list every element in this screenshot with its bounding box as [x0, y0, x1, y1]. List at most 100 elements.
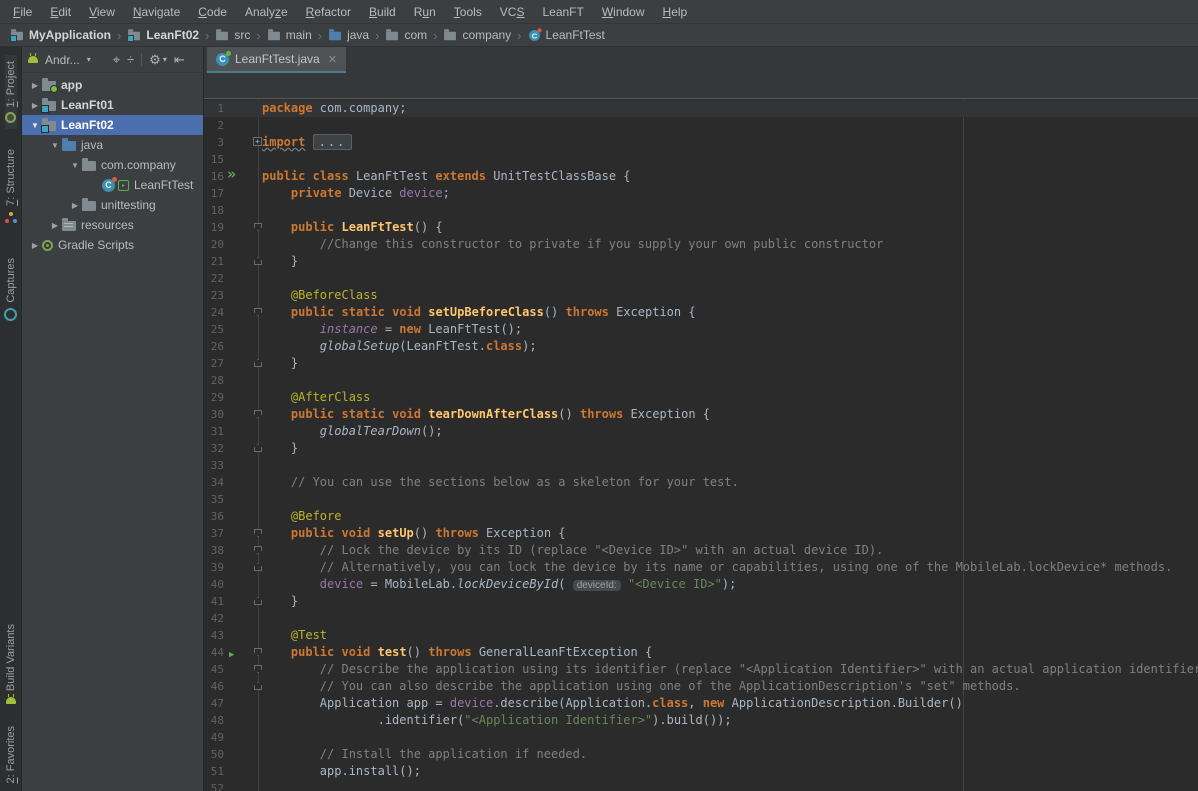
gutter — [224, 695, 262, 712]
menu-item-help[interactable]: Help — [654, 2, 697, 22]
breadcrumb-item-leanfttest[interactable]: CLeanFtTest — [526, 28, 607, 42]
code-line-46: 46 // You can also describe the applicat… — [204, 678, 1198, 695]
project-panel: Andr...▾⌖÷⚙▾⇤ ▶app▶LeanFt01▼LeanFt02▼jav… — [22, 47, 204, 791]
fold-end-icon[interactable] — [254, 257, 262, 265]
fold-start-icon[interactable] — [254, 410, 262, 418]
tree-item-resources[interactable]: ▶resources — [22, 215, 203, 235]
expand-fold-icon[interactable]: + — [253, 137, 262, 146]
line-number: 43 — [204, 627, 224, 644]
tree-item-label: unittesting — [101, 198, 156, 212]
fold-start-icon[interactable] — [254, 308, 262, 316]
line-number: 34 — [204, 474, 224, 491]
tool-window-tab-7-structure[interactable]: 7: Structure — [3, 143, 19, 230]
chevron-right-icon[interactable]: ▶ — [28, 81, 42, 90]
run-class-icon[interactable]: » — [227, 166, 236, 183]
menu-item-leanft[interactable]: LeanFT — [533, 2, 592, 22]
menu-item-file[interactable]: File — [4, 2, 41, 22]
breadcrumb-item-leanft02[interactable]: LeanFt02 — [125, 28, 201, 42]
gutter — [224, 236, 262, 253]
code-line-21: 21 } — [204, 253, 1198, 270]
code-text: Application app = device.describe(Applic… — [262, 695, 963, 712]
breadcrumb-item-java[interactable]: java — [326, 28, 371, 42]
menu-item-window[interactable]: Window — [593, 2, 654, 22]
breadcrumb-item-main[interactable]: main — [265, 28, 314, 42]
settings-dropdown-arrow-icon[interactable]: ▾ — [163, 55, 167, 64]
line-number: 27 — [204, 355, 224, 372]
fold-start-icon[interactable] — [254, 546, 262, 554]
locate-file-button[interactable]: ⌖ — [113, 53, 120, 66]
chevron-right-icon[interactable]: ▶ — [68, 201, 82, 210]
hide-panel-button[interactable]: ⇤ — [174, 53, 185, 66]
code-text: // You can use the sections below as a s… — [262, 474, 739, 491]
gutter — [224, 780, 262, 791]
code-line-47: 47 Application app = device.describe(App… — [204, 695, 1198, 712]
gutter — [224, 304, 262, 321]
tool-window-tab-1-project[interactable]: 1: Project — [5, 55, 17, 129]
code-line-44: 44▶ public void test() throws GeneralLea… — [204, 644, 1198, 661]
line-number: 15 — [204, 151, 224, 168]
menu-item-analyze[interactable]: Analyze — [236, 2, 297, 22]
code-text: @Test — [262, 627, 327, 644]
tree-item-label: LeanFt02 — [61, 118, 114, 132]
fold-end-icon[interactable] — [254, 563, 262, 571]
fold-start-icon[interactable] — [254, 665, 262, 673]
tree-item-java[interactable]: ▼java — [22, 135, 203, 155]
breadcrumb-item-myapplication[interactable]: MyApplication — [8, 28, 113, 42]
tree-item-label: LeanFtTest — [134, 178, 193, 192]
collapse-all-button[interactable]: ÷ — [127, 53, 134, 66]
menu-item-build[interactable]: Build — [360, 2, 405, 22]
chevron-down-icon[interactable]: ▼ — [48, 141, 62, 150]
close-tab-icon[interactable]: ✕ — [328, 53, 337, 66]
fold-end-icon[interactable] — [254, 597, 262, 605]
code-editor[interactable]: 1package com.company;23+import ...1516»p… — [204, 99, 1198, 791]
menu-item-edit[interactable]: Edit — [41, 2, 80, 22]
tool-window-tab-2-favorites[interactable]: 2: Favorites — [5, 720, 17, 789]
settings-gear-button[interactable]: ⚙ — [149, 53, 161, 66]
tool-window-tab-build-variants[interactable]: Build Variants — [5, 618, 17, 709]
chevron-right-icon[interactable]: ▶ — [28, 101, 42, 110]
chevron-right-icon[interactable]: ▶ — [28, 241, 42, 250]
fold-end-icon[interactable] — [254, 444, 262, 452]
fold-start-icon[interactable] — [254, 529, 262, 537]
toolbar-divider — [141, 53, 142, 66]
menu-item-refactor[interactable]: Refactor — [297, 2, 360, 22]
test-class-icon: C — [216, 53, 229, 66]
tree-item-app[interactable]: ▶app — [22, 75, 203, 95]
fold-end-icon[interactable] — [254, 682, 262, 690]
tool-window-tab-captures[interactable]: Captures — [4, 252, 17, 327]
menu-item-code[interactable]: Code — [189, 2, 236, 22]
fold-end-icon[interactable] — [254, 359, 262, 367]
line-number: 1 — [204, 100, 224, 117]
chevron-right-icon[interactable]: ▶ — [48, 221, 62, 230]
tree-item-leanft02[interactable]: ▼ LeanFt02 — [22, 115, 203, 135]
fold-start-icon[interactable] — [254, 223, 262, 231]
menu-item-view[interactable]: View — [80, 2, 124, 22]
code-text: public class LeanFtTest extends UnitTest… — [262, 168, 631, 185]
line-number: 39 — [204, 559, 224, 576]
breadcrumb-item-com[interactable]: com — [383, 28, 429, 42]
breadcrumb-item-src[interactable]: src — [213, 28, 252, 42]
menu-item-run[interactable]: Run — [405, 2, 445, 22]
chevron-down-icon[interactable]: ▼ — [28, 121, 42, 130]
fold-start-icon[interactable] — [254, 648, 262, 656]
breadcrumb-label: main — [286, 28, 312, 42]
menu-item-navigate[interactable]: Navigate — [124, 2, 189, 22]
code-text: @BeforeClass — [262, 287, 378, 304]
code-line-29: 29 @AfterClass — [204, 389, 1198, 406]
editor-tab-leanfttest[interactable]: C LeanFtTest.java ✕ — [207, 47, 346, 73]
tree-item-leanft01[interactable]: ▶LeanFt01 — [22, 95, 203, 115]
view-selector-dropdown[interactable]: Andr... — [45, 53, 80, 67]
gutter — [224, 202, 262, 219]
tree-item-gradle-scripts[interactable]: ▶Gradle Scripts — [22, 235, 203, 255]
code-line-34: 34 // You can use the sections below as … — [204, 474, 1198, 491]
line-number: 23 — [204, 287, 224, 304]
chevron-down-icon[interactable]: ▼ — [68, 161, 82, 170]
menu-item-vcs[interactable]: VCS — [491, 2, 534, 22]
dropdown-arrow-icon[interactable]: ▾ — [87, 55, 91, 64]
tree-item-unittesting[interactable]: ▶ unittesting — [22, 195, 203, 215]
menu-item-tools[interactable]: Tools — [445, 2, 491, 22]
breadcrumb-separator-icon: › — [256, 28, 260, 43]
breadcrumb-item-company[interactable]: company — [441, 28, 513, 42]
tree-item-leanfttest[interactable]: C▸LeanFtTest — [22, 175, 203, 195]
tree-item-com-company[interactable]: ▼com.company — [22, 155, 203, 175]
